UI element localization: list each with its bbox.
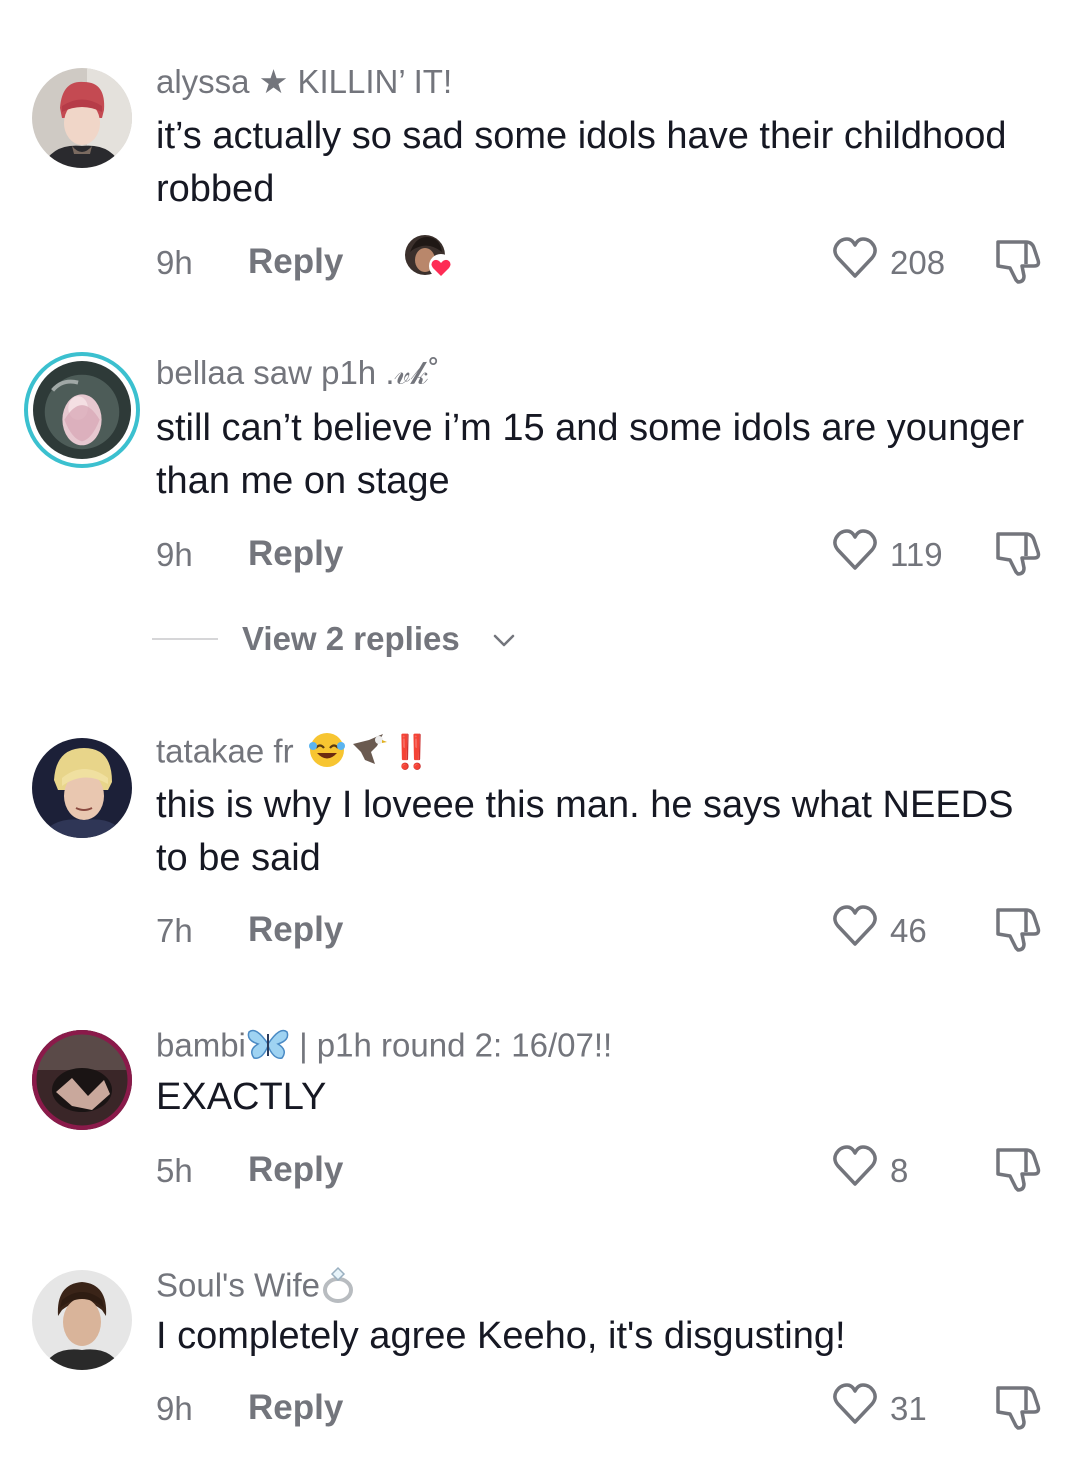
reply-button[interactable]: Reply <box>248 534 343 574</box>
heart-outline-icon[interactable] <box>832 904 878 948</box>
comment-username[interactable]: alyssa ★ KILLIN’ IT! <box>156 62 452 101</box>
comment-username-text: bambi <box>156 1026 246 1064</box>
heart-outline-icon[interactable] <box>832 528 878 572</box>
avatar[interactable] <box>32 68 132 168</box>
heart-outline-icon[interactable] <box>832 236 878 280</box>
thumbs-down-icon[interactable] <box>992 1380 1044 1430</box>
chevron-down-icon <box>492 628 516 652</box>
eagle-emoji-icon <box>349 730 389 778</box>
comment-username[interactable]: bambi | p1h round 2: 16/07!! <box>156 1024 612 1072</box>
like-count: 46 <box>890 912 927 949</box>
comment-time: 5h <box>156 1152 193 1189</box>
comment-text: I completely agree Keeho, it's disgustin… <box>156 1315 846 1357</box>
comment-time: 7h <box>156 912 193 949</box>
thumbs-down-icon[interactable] <box>992 234 1044 284</box>
double-exclamation-icon: ‼️ <box>390 732 432 770</box>
comment-actions: 5h Reply 8 <box>156 1140 1080 1200</box>
avatar[interactable] <box>32 1030 132 1130</box>
divider <box>152 638 218 640</box>
comment-username[interactable]: Soul's Wife <box>156 1264 356 1312</box>
comment-text: still can’t believe i’m 15 and some idol… <box>156 407 1025 502</box>
ring-emoji-icon <box>320 1264 356 1312</box>
thumbs-down-icon[interactable] <box>992 526 1044 576</box>
heart-outline-icon[interactable] <box>832 1382 878 1426</box>
avatar[interactable] <box>24 352 140 468</box>
like-count: 208 <box>890 244 946 281</box>
view-replies-label: View 2 replies <box>242 620 460 657</box>
reply-button[interactable]: Reply <box>248 910 343 950</box>
heart-outline-icon[interactable] <box>832 1144 878 1188</box>
laughing-emoji-icon <box>307 730 347 778</box>
comment-actions: 9h Reply 31 <box>156 1378 1080 1438</box>
like-count: 31 <box>890 1390 927 1427</box>
view-replies-button[interactable]: View 2 replies <box>0 618 1080 662</box>
comment-actions: 9h Reply 119 <box>156 524 1080 584</box>
thumbs-down-icon[interactable] <box>992 1142 1044 1192</box>
butterfly-emoji-icon <box>246 1024 290 1072</box>
comment-text: it’s actually so sad some idols have the… <box>156 115 1007 210</box>
creator-liked-badge <box>404 232 454 282</box>
comment-username-suffix: | p1h round 2: 16/07!! <box>299 1026 613 1064</box>
comment-username[interactable]: tatakae fr ‼️ <box>156 730 432 778</box>
comment-actions: 7h Reply 46 <box>156 900 1080 960</box>
reply-button[interactable]: Reply <box>248 242 343 282</box>
comment-time: 9h <box>156 536 193 573</box>
comment-username[interactable]: bellaa saw p1h .𝓋𝓀˚ <box>156 354 439 393</box>
comment-text: this is why I loveee this man. he says w… <box>156 784 1014 879</box>
comment-username-text: tatakae fr <box>156 732 294 770</box>
comment-time: 9h <box>156 1390 193 1427</box>
comment-time: 9h <box>156 244 193 281</box>
reply-button[interactable]: Reply <box>248 1388 343 1428</box>
avatar[interactable] <box>32 1270 132 1370</box>
like-count: 8 <box>890 1152 909 1189</box>
comment-text: EXACTLY <box>156 1076 327 1118</box>
like-count: 119 <box>890 536 943 573</box>
thumbs-down-icon[interactable] <box>992 902 1044 952</box>
comment-username-text: Soul's Wife <box>156 1266 321 1304</box>
avatar[interactable] <box>32 738 132 838</box>
comment-actions: 9h Reply 208 <box>156 232 1080 292</box>
reply-button[interactable]: Reply <box>248 1150 343 1190</box>
